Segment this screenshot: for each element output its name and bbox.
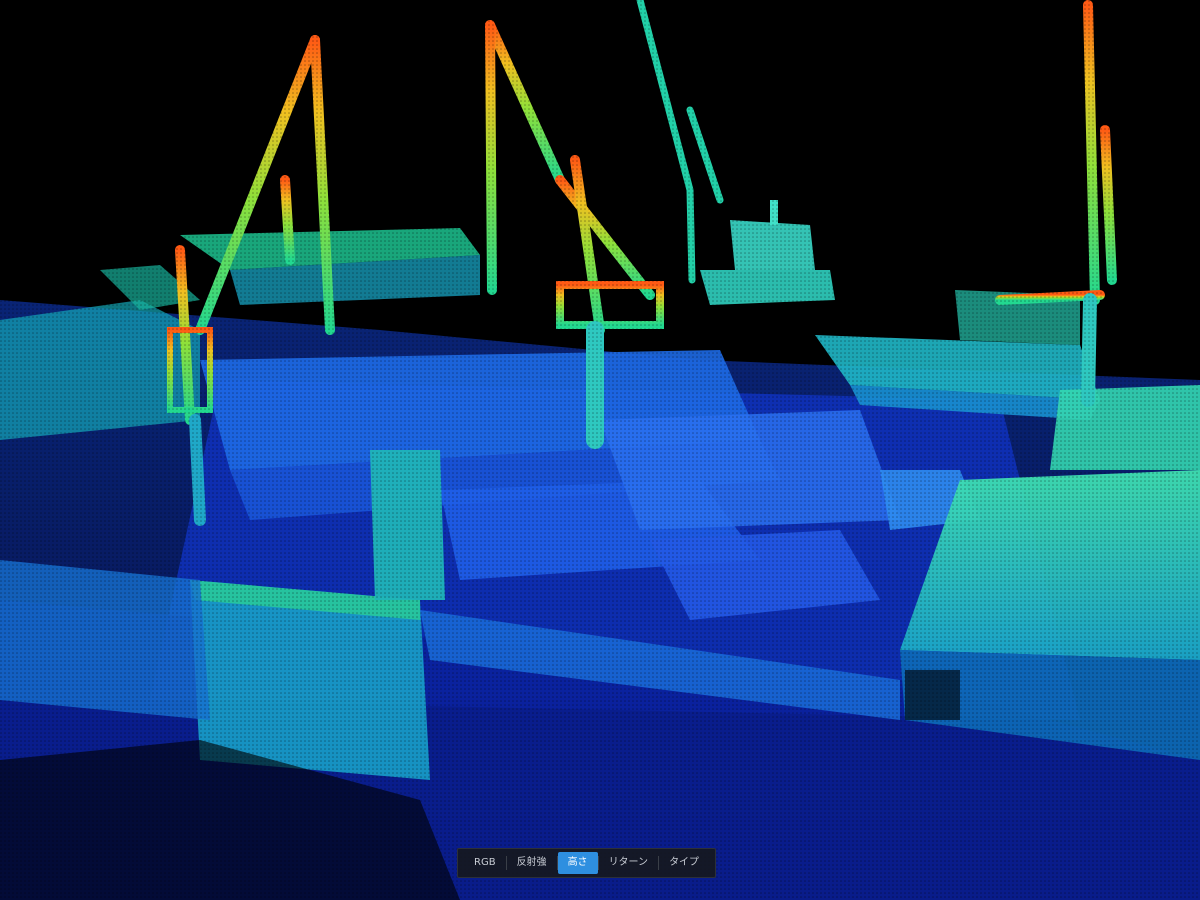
mode-intensity-button[interactable]: 反射強 (507, 852, 557, 874)
point-cloud-scene[interactable] (0, 0, 1200, 900)
mode-rgb-button[interactable]: RGB (464, 852, 506, 874)
mode-return-button[interactable]: リターン (599, 852, 659, 874)
mode-type-button[interactable]: タイプ (659, 852, 709, 874)
color-mode-toolbar: RGB 反射強 高さ リターン タイプ (457, 848, 717, 878)
point-cloud-viewport[interactable]: RGB 反射強 高さ リターン タイプ (0, 0, 1200, 900)
mode-height-button[interactable]: 高さ (557, 852, 598, 874)
